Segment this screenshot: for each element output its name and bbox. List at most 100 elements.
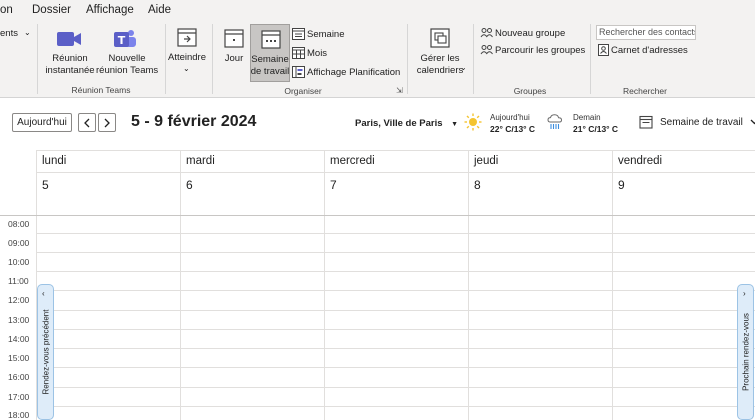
day-name: mardi xyxy=(186,155,215,167)
instant-meeting-label-1: Réunion xyxy=(52,53,88,64)
day-header-tuesday[interactable]: mardi 6 xyxy=(180,150,324,216)
arrange-group-label: Organiser xyxy=(284,86,322,96)
previous-week-button[interactable] xyxy=(78,113,96,132)
new-group-button[interactable]: Nouveau groupe xyxy=(480,27,565,39)
browse-groups-label: Parcourir les groupes xyxy=(495,44,586,56)
month-icon xyxy=(292,47,305,59)
day-header-friday[interactable]: vendredi 9 xyxy=(612,150,755,216)
day-number: 9 xyxy=(618,178,625,192)
address-book-label: Carnet d'adresses xyxy=(611,44,688,56)
next-appointment-button[interactable]: › Prochain rendez-vous xyxy=(737,284,754,420)
day-view-button[interactable]: Jour xyxy=(220,53,248,65)
work-week-label-2: de travail xyxy=(250,66,290,77)
hour-line xyxy=(36,406,755,407)
video-camera-icon xyxy=(56,30,82,53)
day-number: 8 xyxy=(474,178,481,192)
hour-label: 11:00 xyxy=(8,276,29,286)
teams-group-label: Réunion Teams xyxy=(71,85,131,95)
manage-calendars-icon xyxy=(429,27,451,54)
day-header-wednesday[interactable]: mercredi 7 xyxy=(324,150,468,216)
work-week-view-button[interactable]: Semaine de travail xyxy=(250,24,290,82)
day-number: 6 xyxy=(186,178,193,192)
schedule-view-label: Affichage Planification xyxy=(307,66,401,78)
menu-bar: on Dossier Affichage Aide xyxy=(0,0,755,20)
chevron-left-icon xyxy=(84,118,90,127)
view-selector-label: Semaine de travail xyxy=(660,117,743,128)
new-teams-meeting-button[interactable]: Nouvelle réunion Teams xyxy=(96,53,158,77)
day-column-thursday[interactable] xyxy=(468,216,612,420)
goto-calendar-icon xyxy=(176,26,198,53)
day-number: 5 xyxy=(42,178,49,192)
address-book-button[interactable]: Carnet d'adresses xyxy=(598,44,688,56)
day-header-monday[interactable]: lundi 5 xyxy=(36,150,180,216)
work-week-icon xyxy=(260,28,282,55)
hour-line xyxy=(36,367,755,368)
day-column-tuesday[interactable] xyxy=(180,216,324,420)
chevron-down-icon: ⌄ xyxy=(460,63,467,72)
ribbon-separator xyxy=(473,24,474,94)
ribbon-separator xyxy=(590,24,591,94)
schedule-icon xyxy=(292,66,305,78)
new-meeting-label-2: réunion Teams xyxy=(96,65,159,76)
weather-location-label: Paris, Ville de Paris xyxy=(355,118,443,129)
day-column-wednesday[interactable] xyxy=(324,216,468,420)
today-button[interactable]: Aujourd'hui xyxy=(12,113,72,132)
menu-item-affichage[interactable]: Affichage xyxy=(86,4,134,16)
day-name: lundi xyxy=(42,155,67,167)
hour-line xyxy=(36,310,755,311)
hour-line xyxy=(36,233,755,234)
chevron-down-icon: ⌄ xyxy=(24,28,31,37)
weather-today-label: Aujourd'hui xyxy=(490,113,530,122)
day-name: vendredi xyxy=(618,155,663,167)
view-selector-dropdown[interactable]: Semaine de travail xyxy=(660,117,755,128)
contact-search-input[interactable]: Rechercher des contacts xyxy=(596,25,696,40)
day-number: 7 xyxy=(330,178,337,192)
schedule-view-button[interactable]: Affichage Planification xyxy=(292,66,400,78)
day-view-icon xyxy=(223,27,245,54)
weather-today-temp: 22° C/13° C xyxy=(490,124,536,134)
menu-item-aide[interactable]: Aide xyxy=(148,4,171,16)
ribbon-separator xyxy=(212,24,213,94)
goto-button[interactable]: Atteindre xyxy=(166,52,208,64)
menu-item-dossier[interactable]: Dossier xyxy=(32,4,71,16)
chevron-right-icon: › xyxy=(743,289,746,298)
work-week-label: Semaine de travail xyxy=(250,54,290,78)
search-group-label: Rechercher xyxy=(623,86,667,96)
day-column-monday[interactable] xyxy=(36,216,180,420)
day-header-thursday[interactable]: jeudi 8 xyxy=(468,150,612,216)
weather-tomorrow-temp: 21° C/13° C xyxy=(573,124,619,134)
new-group-icon xyxy=(480,28,493,38)
week-view-button[interactable]: Semaine xyxy=(292,28,345,40)
rain-icon xyxy=(546,113,564,136)
instant-meeting-label-2: instantanée xyxy=(45,65,95,76)
work-week-label-1: Semaine xyxy=(251,54,289,65)
next-week-button[interactable] xyxy=(98,113,116,132)
hour-line xyxy=(36,252,755,253)
day-column-friday[interactable] xyxy=(612,216,755,420)
chevron-left-icon: ‹ xyxy=(42,289,45,298)
weather-location-selector[interactable]: Paris, Ville de Paris ▼ xyxy=(355,118,458,129)
teams-icon: T xyxy=(113,28,137,55)
instant-meeting-button[interactable]: Réunion instantanée xyxy=(42,53,98,77)
hour-label: 10:00 xyxy=(8,257,30,267)
month-view-button[interactable]: Mois xyxy=(292,47,327,59)
ribbon-separator xyxy=(407,24,408,94)
ribbon-left-cut-label[interactable]: ents xyxy=(0,28,18,40)
browse-groups-button[interactable]: Parcourir les groupes xyxy=(480,44,585,56)
hour-line xyxy=(36,387,755,388)
calendar-view-icon xyxy=(639,115,653,134)
hour-label: 09:00 xyxy=(8,238,30,248)
previous-appointment-label: Rendez-vous précédent xyxy=(41,309,50,395)
dialog-launcher-icon[interactable]: ⇲ xyxy=(396,86,403,95)
contact-search-placeholder: Rechercher des contacts xyxy=(599,27,696,37)
week-icon xyxy=(292,28,305,40)
previous-appointment-button[interactable]: ‹ Rendez-vous précédent xyxy=(37,284,54,420)
svg-text:T: T xyxy=(118,34,126,47)
hour-line xyxy=(36,348,755,349)
day-name: mercredi xyxy=(330,155,375,167)
hour-label: 12:00 xyxy=(8,295,30,305)
menu-item-on[interactable]: on xyxy=(0,4,13,16)
caret-down-icon: ▼ xyxy=(451,121,459,128)
month-view-label: Mois xyxy=(307,47,328,59)
hour-line xyxy=(36,329,755,330)
